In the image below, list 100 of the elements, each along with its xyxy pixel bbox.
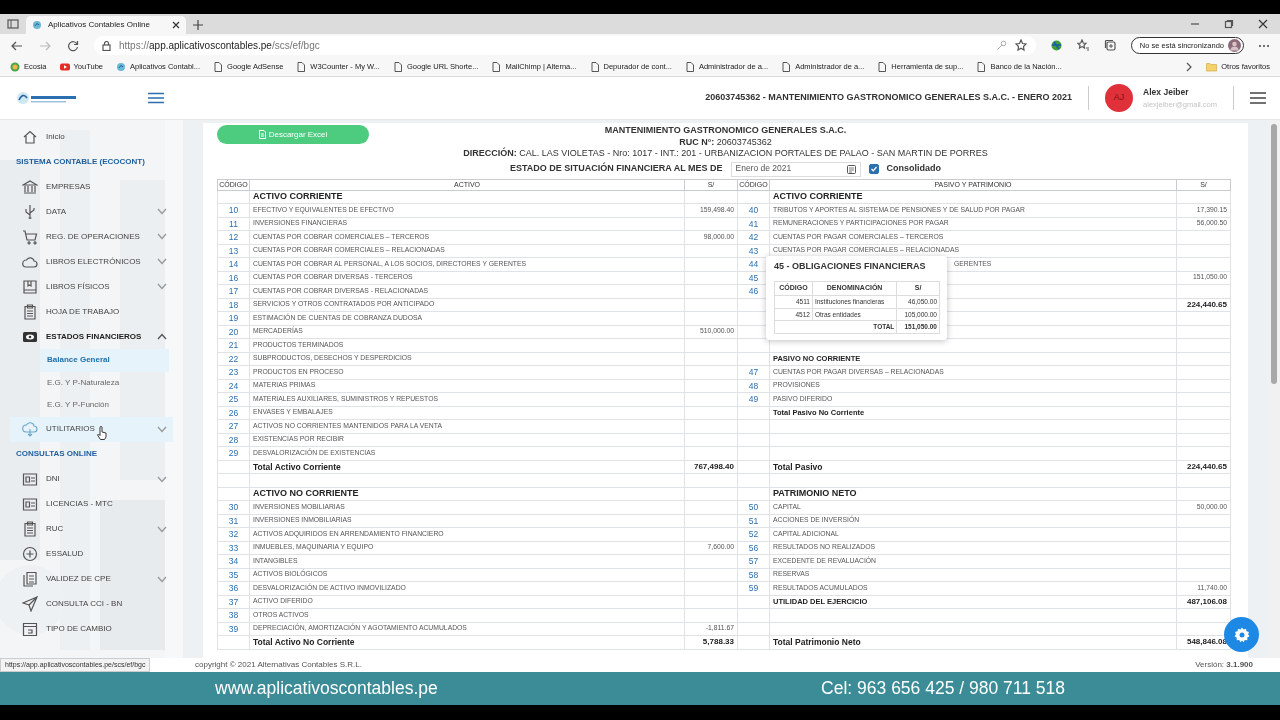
account-code[interactable]: 37: [217, 595, 250, 609]
account-code[interactable]: 21: [217, 338, 250, 352]
section-heading: ACTIVO NO CORRIENTE: [249, 487, 685, 501]
spreadsheet-icon: [258, 130, 266, 139]
browser-tab[interactable]: Aplicativos Contables Online: [26, 16, 186, 34]
account-code[interactable]: 27: [217, 419, 250, 433]
menu-icon[interactable]: [148, 92, 164, 104]
account-code[interactable]: 34: [217, 554, 250, 568]
account-code[interactable]: 52: [737, 527, 770, 541]
sidebar-item[interactable]: DATA: [0, 199, 183, 224]
account-code[interactable]: 56: [737, 541, 770, 555]
checkbox[interactable]: [868, 164, 879, 174]
document-icon: [976, 61, 987, 72]
new-tab-icon[interactable]: [192, 19, 204, 31]
submenu-item[interactable]: Balance General: [40, 349, 169, 372]
calendar-icon[interactable]: [846, 164, 856, 174]
account-code[interactable]: 16: [217, 271, 250, 285]
sidebar-item[interactable]: Inicio: [0, 124, 183, 149]
account-code[interactable]: 41: [737, 217, 770, 231]
sidebar-item[interactable]: LIBROS ELECTRÓNICOS: [0, 249, 183, 274]
account-code[interactable]: 11: [217, 217, 250, 231]
account-code[interactable]: 26: [217, 406, 250, 420]
account-code[interactable]: 58: [737, 568, 770, 582]
sidebar-item[interactable]: EMPRESAS: [0, 174, 183, 199]
submenu-item[interactable]: E.G. Y P-Función: [40, 394, 169, 417]
account-code[interactable]: 35: [217, 568, 250, 582]
account-code[interactable]: 32: [217, 527, 250, 541]
menu-icon[interactable]: [1250, 92, 1266, 104]
account-code[interactable]: 22: [217, 352, 250, 366]
account-code[interactable]: 51: [737, 514, 770, 528]
account-code[interactable]: 25: [217, 392, 250, 406]
favorites-icon[interactable]: [1076, 39, 1090, 52]
account-code[interactable]: 24: [217, 379, 250, 393]
sidebar-item[interactable]: DNI: [0, 466, 183, 492]
sidebar-item[interactable]: REG. DE OPERACIONES: [0, 224, 183, 249]
total-amount: 224,440.65: [1176, 298, 1231, 312]
close-icon[interactable]: [1258, 19, 1268, 29]
more-icon[interactable]: [1258, 43, 1270, 48]
sidebar-item[interactable]: CONSULTA CCI - BN: [0, 591, 183, 617]
account-code[interactable]: 17: [217, 284, 250, 298]
submenu-item[interactable]: E.G. Y P-Naturaleza: [40, 371, 169, 394]
total-amount: 767,498.40: [684, 460, 738, 474]
account-code[interactable]: 47: [737, 365, 770, 379]
account-code[interactable]: 18: [217, 298, 250, 312]
account-code[interactable]: 43: [737, 244, 770, 258]
account-code[interactable]: 31: [217, 514, 250, 528]
account-code[interactable]: 10: [217, 203, 250, 217]
document-icon: [213, 61, 224, 72]
id-card-icon: [22, 471, 38, 487]
sidebar-item[interactable]: RUC: [0, 516, 183, 542]
close-icon[interactable]: [172, 21, 180, 29]
maximize-icon[interactable]: [1224, 19, 1234, 29]
account-code[interactable]: 50: [737, 500, 770, 514]
address-field[interactable]: https://app.aplicativoscontables.pe/scs/ef/bgc: [94, 36, 1036, 55]
account-code[interactable]: 39: [217, 622, 250, 636]
sidebar-item[interactable]: HOJA DE TRABAJO: [0, 299, 183, 324]
logo-icon: [116, 61, 126, 72]
account-code[interactable]: 19: [217, 311, 250, 325]
account-code[interactable]: 38: [217, 608, 250, 622]
sidebar-item[interactable]: UTILITARIOS: [10, 416, 173, 442]
scrollbar[interactable]: [1268, 120, 1280, 658]
document-icon: [491, 61, 502, 72]
account-code[interactable]: 23: [217, 365, 250, 379]
account-code[interactable]: 14: [217, 257, 250, 271]
collections-icon[interactable]: [1103, 39, 1117, 52]
account-code[interactable]: 59: [737, 581, 770, 595]
sidebar-item[interactable]: TIPO DE CAMBIO: [0, 616, 183, 642]
account-code[interactable]: 20: [217, 325, 250, 339]
total-label: Total Patrimonio Neto: [769, 635, 1177, 649]
month-field[interactable]: Enero de 2021: [730, 161, 861, 177]
account-code[interactable]: 40: [737, 203, 770, 217]
sidebar-item[interactable]: LICENCIAS - MTC: [0, 491, 183, 517]
usb-icon: [22, 203, 38, 220]
account-code[interactable]: 30: [217, 500, 250, 514]
account-code[interactable]: 12: [217, 230, 250, 244]
account-code[interactable]: 42: [737, 230, 770, 244]
account-code[interactable]: 13: [217, 244, 250, 258]
user-name: Alex Jeiber: [1143, 86, 1190, 99]
sidebar-item[interactable]: LIBROS FÍSICOS: [0, 274, 183, 299]
company-link[interactable]: Alternativas Contables S.R.L.: [257, 660, 362, 669]
account-code[interactable]: 48: [737, 379, 770, 393]
extension-icon[interactable]: [1049, 39, 1063, 52]
document-icon: [296, 61, 307, 72]
company-title: 20603745362 - MANTENIMIENTO GASTRONOMICO GENERALES S.A.C. - ENERO 2021: [705, 91, 1074, 105]
sidebar-item[interactable]: ESTADOS FINANCIEROS: [0, 324, 183, 349]
account-code[interactable]: 33: [217, 541, 250, 555]
tab-actions-icon[interactable]: [6, 17, 20, 31]
sidebar-item[interactable]: ESSALUD: [0, 541, 183, 567]
account-code[interactable]: 36: [217, 581, 250, 595]
star-add-icon[interactable]: [1014, 39, 1028, 52]
account-code[interactable]: 57: [737, 554, 770, 568]
reload-icon[interactable]: [66, 38, 80, 53]
document-icon: [589, 61, 600, 72]
account-code[interactable]: 29: [217, 446, 250, 460]
report-title: ESTADO DE SITUACIÓN FINANCIERA AL MES DE: [510, 163, 723, 175]
account-code[interactable]: 28: [217, 433, 250, 447]
chevron-right-icon[interactable]: [1185, 61, 1194, 72]
sidebar-item[interactable]: VALIDEZ DE CPE: [0, 566, 183, 592]
clipboard-icon: [22, 521, 38, 537]
account-code[interactable]: 49: [737, 392, 770, 406]
